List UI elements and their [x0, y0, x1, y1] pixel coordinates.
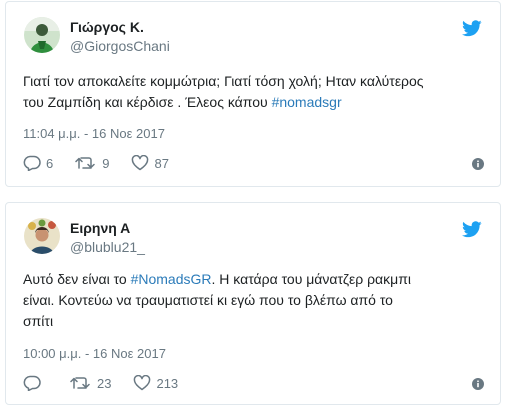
tweet-text-line: είναι. Κοντεύω να τραυματιστεί κι εγώ πο…: [23, 292, 393, 308]
heart-icon: [134, 375, 151, 391]
info-icon[interactable]: [472, 377, 484, 390]
tweet-timestamp[interactable]: 10:00 μ.μ. - 16 Νοε 2017: [23, 346, 166, 361]
like-button[interactable]: 87: [131, 155, 169, 171]
reply-icon: [23, 375, 41, 391]
twitter-bird-icon[interactable]: [462, 221, 482, 238]
tweet-actions: 6 9 87: [23, 153, 191, 173]
tweet-card-2: Ειρηνη Α @blublu21_ Αυτό δεν είναι το #N…: [5, 202, 501, 405]
tweet-text: Αυτό δεν είναι το #NomadsGR. Η κατάρα το…: [23, 269, 483, 332]
tweet-text: Γιατί τον αποκαλείτε κομμώτρια; Γιατί τό…: [23, 71, 483, 113]
display-name[interactable]: Ειρηνη Α: [70, 220, 130, 236]
like-count: 87: [154, 155, 169, 171]
retweet-count: 23: [97, 375, 112, 391]
user-handle[interactable]: @blublu21_: [70, 239, 145, 255]
retweet-count: 9: [102, 155, 110, 171]
like-count: 213: [156, 375, 179, 391]
twitter-bird-icon[interactable]: [462, 20, 482, 37]
tweet-text-line: σπίτι: [23, 313, 54, 329]
user-handle[interactable]: @GiorgosChani: [70, 38, 170, 54]
tweet-text-line: του Ζαμπίδη και κέρδισε . Έλεος κάπου: [23, 94, 272, 110]
avatar[interactable]: [24, 218, 60, 254]
display-name[interactable]: Γιώργος Κ.: [70, 19, 144, 35]
reply-button[interactable]: 6: [23, 155, 53, 171]
avatar[interactable]: [24, 17, 60, 53]
reply-icon: [23, 155, 41, 171]
tweet-card-1: Γιώργος Κ. @GiorgosChani Γιατί τον αποκα…: [5, 1, 501, 187]
hashtag-link[interactable]: #nomadsgr: [272, 94, 342, 110]
retweet-button[interactable]: 23: [70, 375, 111, 391]
tweet-actions: 23 213: [23, 373, 200, 393]
tweet-text-line: Αυτό δεν είναι το: [23, 271, 131, 287]
retweet-icon: [75, 157, 95, 169]
tweet-timestamp[interactable]: 11:04 μ.μ. - 16 Νοε 2017: [23, 126, 165, 141]
tweet-text-line: . Η κατάρα του μάνατζερ ρακμπι: [211, 271, 412, 287]
reply-count: 6: [46, 155, 54, 171]
like-button[interactable]: 213: [133, 375, 178, 391]
retweet-button[interactable]: 9: [75, 155, 109, 171]
retweet-icon: [70, 377, 90, 389]
hashtag-link[interactable]: #NomadsGR: [131, 271, 212, 287]
reply-button[interactable]: [23, 375, 46, 391]
info-icon[interactable]: [472, 157, 484, 170]
heart-icon: [132, 155, 149, 171]
tweet-text-line: Γιατί τον αποκαλείτε κομμώτρια; Γιατί τό…: [23, 73, 424, 89]
